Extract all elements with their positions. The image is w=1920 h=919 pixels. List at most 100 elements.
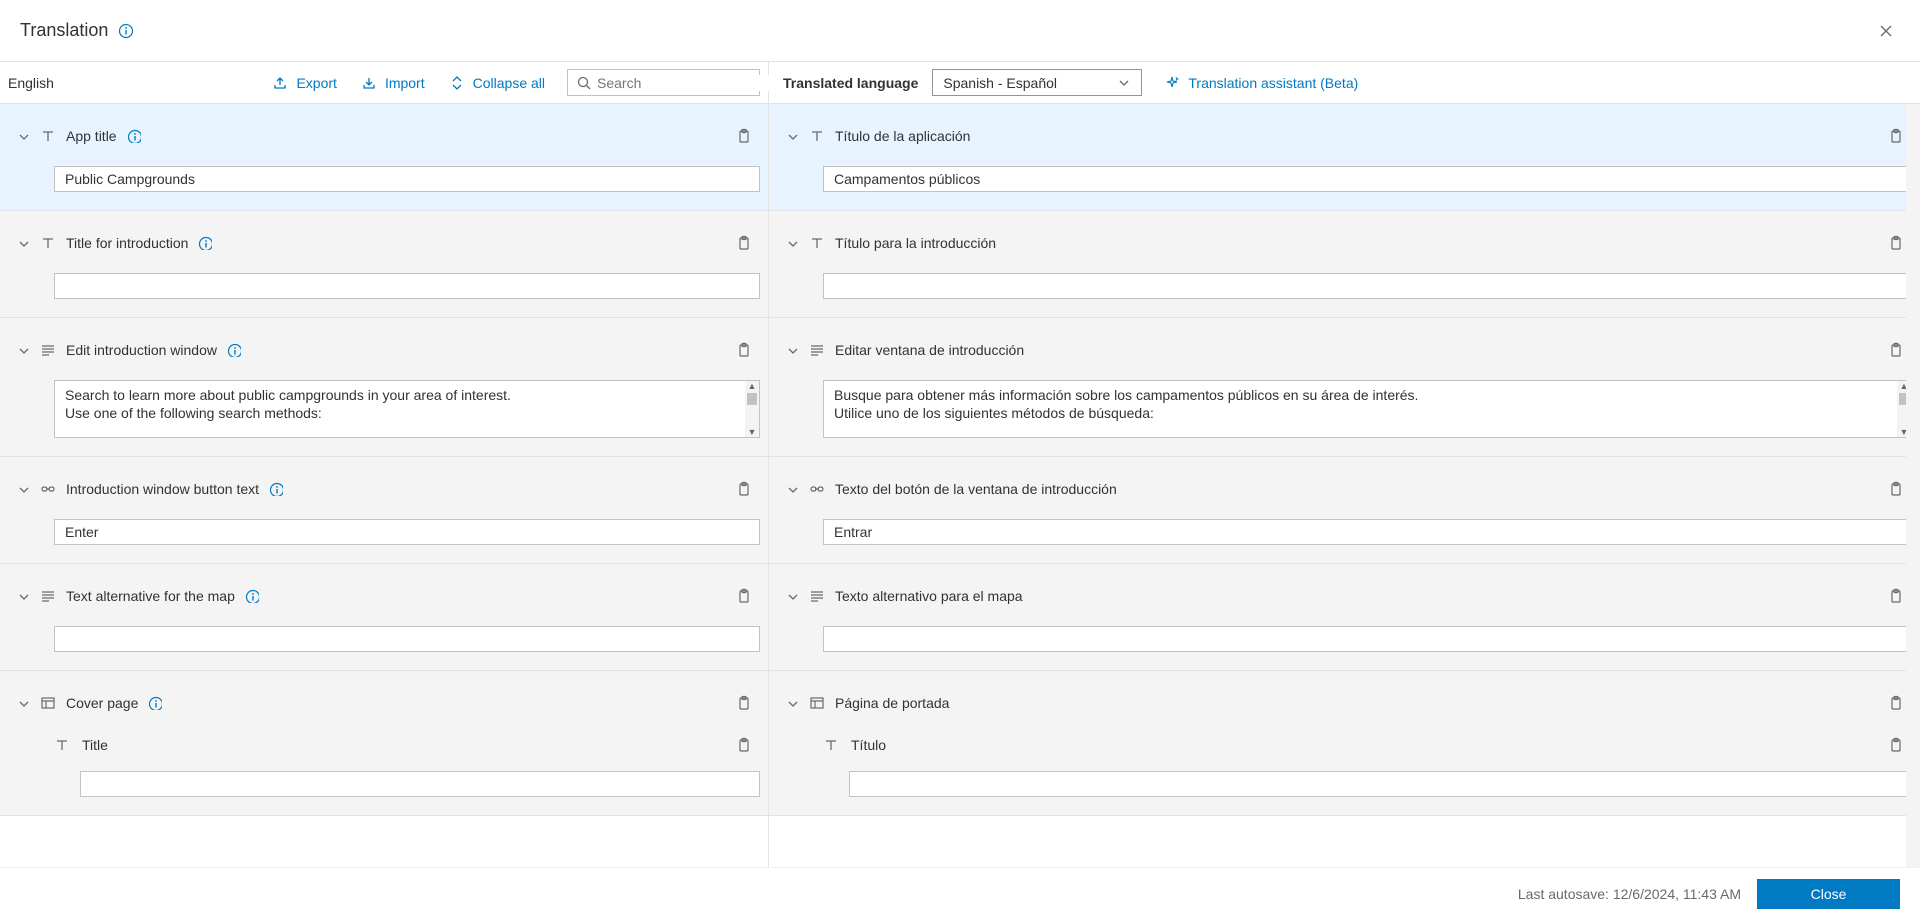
section-cover_page: Cover pageTitle: [0, 671, 768, 816]
import-icon: [361, 75, 377, 91]
field-intro_button[interactable]: [54, 519, 760, 545]
paragraph-icon: [40, 588, 56, 604]
info-icon[interactable]: [245, 589, 259, 603]
language-select[interactable]: Spanish - Español: [932, 69, 1142, 96]
section-intro_button: Texto del botón de la ventana de introdu…: [769, 457, 1920, 564]
source-language-label: English: [8, 75, 54, 91]
collapse-icon: [449, 75, 465, 91]
chevron-down-icon[interactable]: [16, 343, 30, 357]
section-label: Cover page: [66, 695, 138, 711]
section-label: Text alternative for the map: [66, 588, 235, 604]
field-cover_page-sub[interactable]: [80, 771, 760, 797]
chevron-down-icon[interactable]: [16, 129, 30, 143]
section-edit_intro: Editar ventana de introducción▲▼: [769, 318, 1920, 457]
section-map_alt: Text alternative for the map: [0, 564, 768, 671]
chevron-down-icon[interactable]: [16, 482, 30, 496]
chevron-down-icon[interactable]: [785, 343, 799, 357]
link-icon: [40, 481, 56, 497]
close-icon[interactable]: [1872, 17, 1900, 45]
clipboard-icon[interactable]: [732, 338, 756, 362]
clipboard-icon[interactable]: [732, 733, 756, 757]
layout-icon: [40, 695, 56, 711]
info-icon[interactable]: [148, 696, 162, 710]
field-app_title[interactable]: [54, 166, 760, 192]
section-map_alt: Texto alternativo para el mapa: [769, 564, 1920, 671]
page-title: Translation: [20, 20, 108, 41]
scrollbar[interactable]: [1906, 104, 1920, 867]
paragraph-icon: [809, 588, 825, 604]
search-input-wrap[interactable]: [567, 69, 760, 96]
field-app_title[interactable]: [823, 166, 1912, 192]
field-cover_page-sub[interactable]: [849, 771, 1912, 797]
export-icon: [272, 75, 288, 91]
info-icon[interactable]: [118, 23, 134, 39]
chevron-down-icon: [1117, 76, 1131, 90]
search-input[interactable]: [597, 75, 778, 91]
text-icon: [40, 128, 56, 144]
chevron-down-icon[interactable]: [785, 482, 799, 496]
import-label: Import: [385, 75, 425, 91]
clipboard-icon[interactable]: [732, 124, 756, 148]
paragraph-icon: [809, 342, 825, 358]
text-icon: [40, 235, 56, 251]
section-label: Texto alternativo para el mapa: [835, 588, 1023, 604]
header: Translation: [0, 0, 1920, 62]
section-label: Edit introduction window: [66, 342, 217, 358]
text-icon: [823, 737, 839, 753]
clipboard-icon[interactable]: [732, 477, 756, 501]
close-button[interactable]: Close: [1757, 879, 1900, 909]
clipboard-icon[interactable]: [1884, 124, 1908, 148]
section-app_title: Título de la aplicación: [769, 104, 1920, 211]
info-icon[interactable]: [269, 482, 283, 496]
field-intro_button[interactable]: [823, 519, 1912, 545]
language-select-value: Spanish - Español: [943, 75, 1057, 91]
textarea-scrollbar[interactable]: ▲▼: [745, 381, 759, 437]
section-app_title: App title: [0, 104, 768, 211]
collapse-all-button[interactable]: Collapse all: [437, 62, 557, 103]
field-edit_intro[interactable]: [55, 381, 745, 437]
field-map_alt[interactable]: [54, 626, 760, 652]
paragraph-icon: [40, 342, 56, 358]
info-icon[interactable]: [127, 129, 141, 143]
chevron-down-icon[interactable]: [785, 696, 799, 710]
section-label: Texto del botón de la ventana de introdu…: [835, 481, 1117, 497]
import-button[interactable]: Import: [349, 62, 437, 103]
chevron-down-icon[interactable]: [785, 129, 799, 143]
clipboard-icon[interactable]: [732, 231, 756, 255]
clipboard-icon[interactable]: [732, 691, 756, 715]
info-icon[interactable]: [198, 236, 212, 250]
field-intro_title[interactable]: [823, 273, 1912, 299]
section-intro_button: Introduction window button text: [0, 457, 768, 564]
section-label: Título de la aplicación: [835, 128, 970, 144]
export-label: Export: [296, 75, 336, 91]
sparkle-icon: [1164, 75, 1180, 91]
chevron-down-icon[interactable]: [785, 236, 799, 250]
clipboard-icon[interactable]: [1884, 733, 1908, 757]
chevron-down-icon[interactable]: [16, 589, 30, 603]
translation-assistant-button[interactable]: Translation assistant (Beta): [1152, 62, 1370, 103]
clipboard-icon[interactable]: [1884, 691, 1908, 715]
chevron-down-icon[interactable]: [16, 696, 30, 710]
layout-icon: [809, 695, 825, 711]
export-button[interactable]: Export: [260, 62, 348, 103]
text-icon: [809, 128, 825, 144]
clipboard-icon[interactable]: [1884, 584, 1908, 608]
target-language-label: Translated language: [783, 75, 918, 91]
chevron-down-icon[interactable]: [785, 589, 799, 603]
clipboard-icon[interactable]: [1884, 231, 1908, 255]
clipboard-icon[interactable]: [1884, 477, 1908, 501]
clipboard-icon[interactable]: [732, 584, 756, 608]
field-map_alt[interactable]: [823, 626, 1912, 652]
field-intro_title[interactable]: [54, 273, 760, 299]
chevron-down-icon[interactable]: [16, 236, 30, 250]
field-edit_intro[interactable]: [824, 381, 1897, 437]
section-label: Página de portada: [835, 695, 949, 711]
section-label: Introduction window button text: [66, 481, 259, 497]
section-label: Título para la introducción: [835, 235, 996, 251]
info-icon[interactable]: [227, 343, 241, 357]
section-label: App title: [66, 128, 117, 144]
assistant-label: Translation assistant (Beta): [1188, 75, 1358, 91]
footer: Last autosave: 12/6/2024, 11:43 AM Close: [0, 867, 1920, 919]
clipboard-icon[interactable]: [1884, 338, 1908, 362]
toolbar: English Export Import Collapse all Trans…: [0, 62, 1920, 104]
